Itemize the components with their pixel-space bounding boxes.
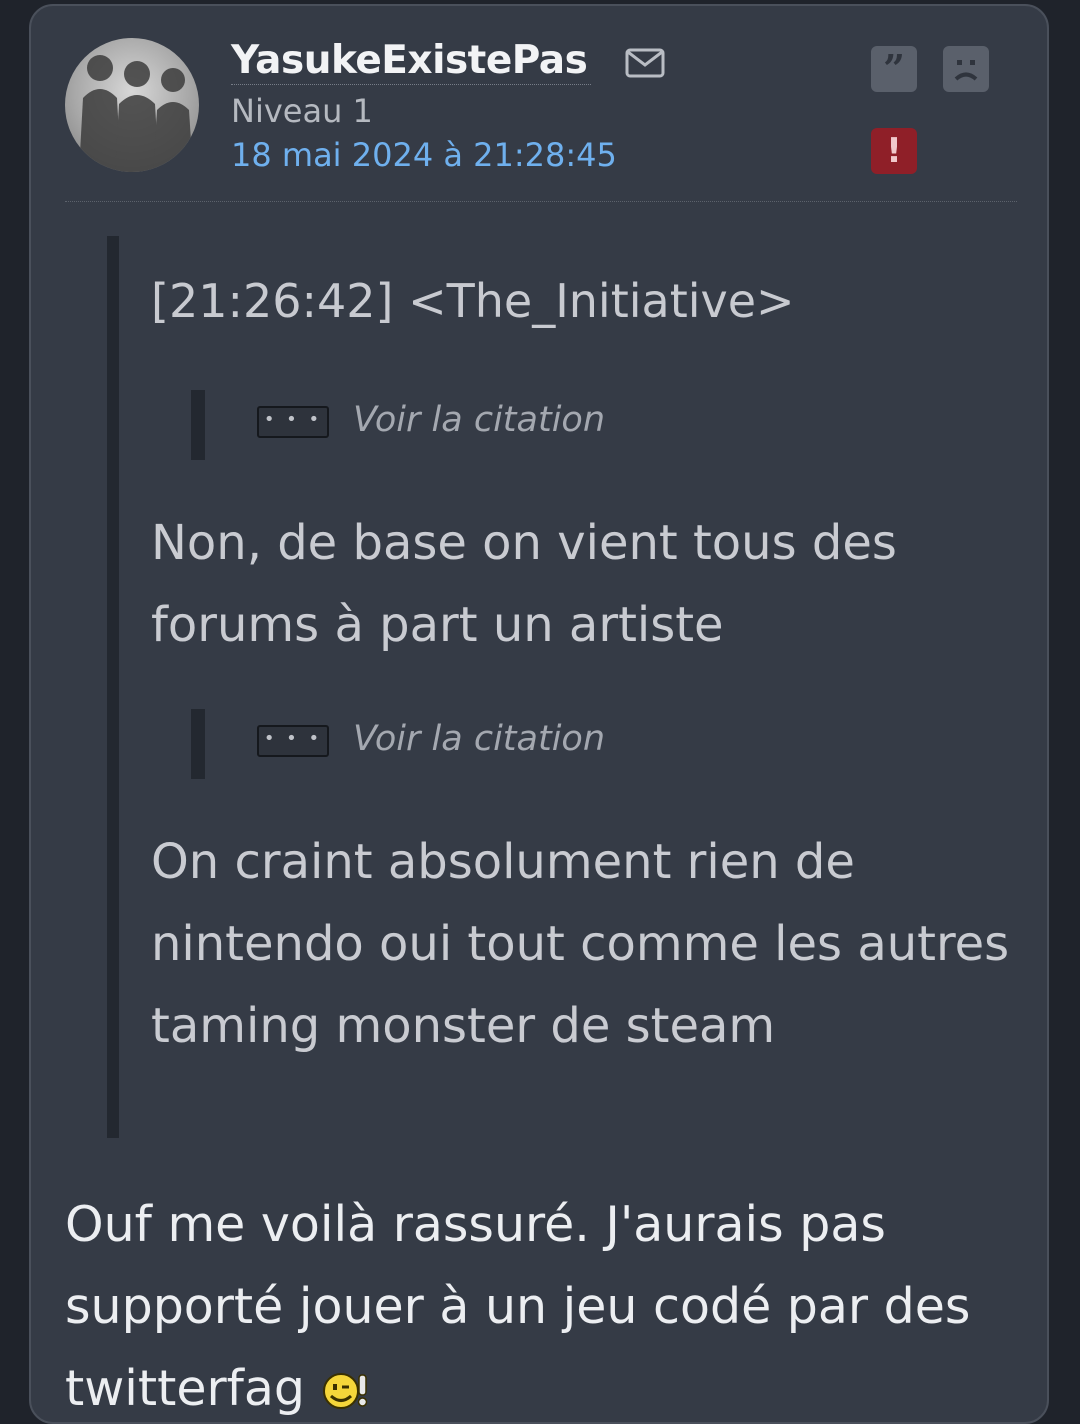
nested-quote-bar <box>191 709 205 779</box>
nested-quote[interactable]: • • • Voir la citation <box>191 709 791 779</box>
post-date-link[interactable]: 18 mai 2024 à 21:28:45 <box>231 136 617 174</box>
sad-face-button[interactable] <box>943 46 989 92</box>
nested-quote-bar <box>191 390 205 460</box>
header-divider <box>65 201 1017 202</box>
quote-paragraph: On craint absolument rien de nintendo ou… <box>151 834 1010 1054</box>
expand-quote-button[interactable]: • • • <box>257 406 329 438</box>
report-button[interactable]: ! <box>871 128 917 174</box>
author-name[interactable]: YasukeExistePas <box>231 38 592 85</box>
quote-header: [21:26:42] <The_Initiative> <box>151 274 795 328</box>
quote-paragraph: Non, de base on vient tous des forums à … <box>151 515 897 653</box>
quote-bar <box>107 236 119 1138</box>
alert-icon: ! <box>886 131 902 171</box>
see-quote-link[interactable]: Voir la citation <box>353 719 605 759</box>
see-quote-link[interactable]: Voir la citation <box>353 400 605 440</box>
post-body-text: Ouf me voilà rassuré. J'aurais pas suppo… <box>65 1196 971 1417</box>
avatar-image <box>79 55 193 172</box>
nested-quote[interactable]: • • • Voir la citation <box>191 390 791 460</box>
quote-button[interactable]: ” <box>871 46 917 92</box>
quote-icon: ” <box>883 46 905 91</box>
wink-smiley-icon <box>321 1354 369 1409</box>
author-level: Niveau 1 <box>231 92 373 130</box>
forum-post: YasukeExistePas Niveau 1 18 mai 2024 à 2… <box>29 4 1049 1424</box>
expand-quote-button[interactable]: • • • <box>257 725 329 757</box>
mail-icon[interactable] <box>625 48 665 78</box>
avatar[interactable] <box>65 38 199 172</box>
sad-face-icon <box>954 60 978 81</box>
post-body: Ouf me voilà rassuré. J'aurais pas suppo… <box>65 1184 1025 1422</box>
